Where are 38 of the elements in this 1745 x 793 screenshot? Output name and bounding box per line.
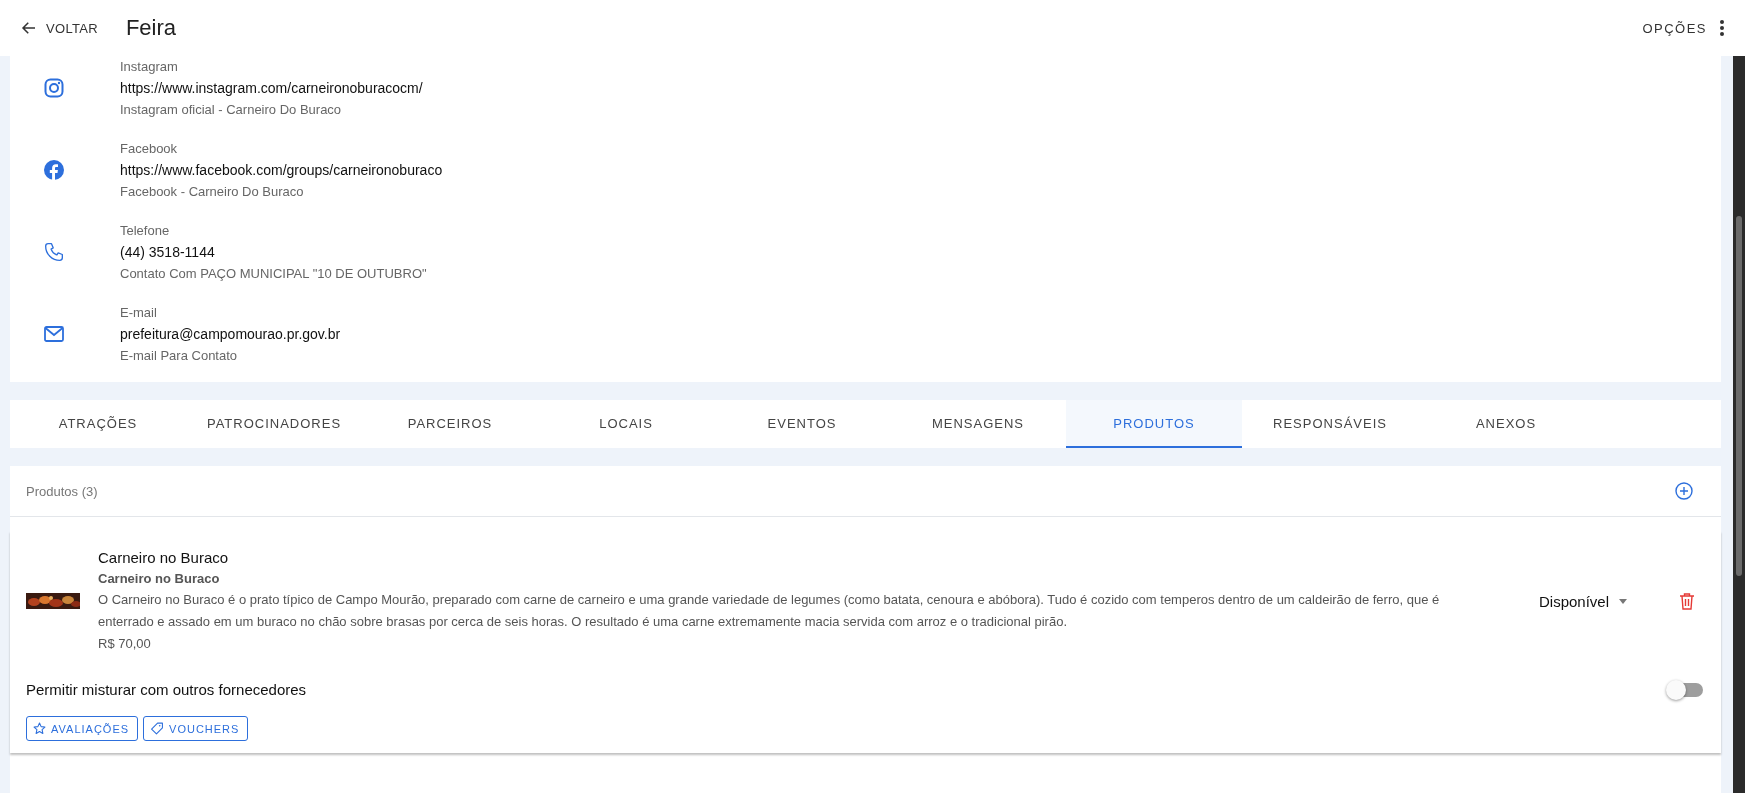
instagram-icon	[44, 78, 64, 98]
toggle-switch[interactable]	[1669, 682, 1703, 697]
mix-label: Permitir misturar com outros fornecedores	[26, 681, 307, 698]
contact-description: Contato Com PAÇO MUNICIPAL "10 DE OUTUBRO"	[120, 265, 427, 283]
facebook-icon	[44, 160, 64, 180]
star-icon	[33, 722, 46, 735]
product-price: R$ 70,00	[98, 635, 152, 653]
phone-icon	[44, 242, 64, 262]
contact-value: prefeitura@campomourao.pr.gov.br	[120, 325, 341, 344]
vouchers-button[interactable]: VOUCHERS	[143, 716, 249, 741]
tag-icon	[150, 722, 165, 735]
contact-label: E-mail	[120, 304, 158, 322]
product-subtitle: Carneiro no Buraco	[98, 570, 221, 588]
options-button[interactable]: OPÇÕES	[1636, 18, 1731, 38]
contact-label: Instagram	[120, 58, 179, 76]
tab[interactable]: PRODUTOS	[1066, 400, 1242, 448]
add-icon[interactable]	[1675, 482, 1693, 500]
contact-description: Facebook - Carneiro Do Buraco	[120, 183, 305, 201]
status-dropdown[interactable]: Disponível	[1533, 591, 1634, 611]
product-description: O Carneiro no Buraco é o prato típico de Campo Mourão, preparado com carne de carneiro e uma grande variedade de legumes (como batata, cenoura e abóbora). Tudo é cozido com temperos dentro de um caldeirão de ferro, que é enterrado e assado em um buraco no chão sobre brasas por cerca de seis horas. O resultado é uma carne extremamente macia servida com arroz e o tradicional pirão.	[98, 591, 1441, 631]
contact-description: E-mail Para Contato	[120, 347, 239, 365]
contact-value: (44) 3518-1144	[120, 243, 216, 262]
contact-description: Instagram oficial - Carneiro Do Buraco	[120, 101, 343, 119]
contact-label: Facebook	[120, 140, 179, 158]
section-title: Produtos (3)	[26, 483, 98, 499]
more-vertical-icon	[1719, 19, 1725, 37]
page-title: Feira	[125, 15, 176, 41]
reviews-button[interactable]: AVALIAÇÕES	[26, 716, 139, 741]
back-arrow-icon	[20, 19, 38, 37]
caret-icon	[1619, 598, 1628, 604]
envelope-icon	[44, 326, 64, 342]
contact-label: Telefone	[120, 222, 171, 240]
trash-icon[interactable]	[1679, 592, 1696, 610]
contact-value: https://www.facebook.com/groups/carneironoburaco	[120, 161, 443, 180]
product-name: Carneiro no Buraco	[98, 548, 230, 568]
contact-value: https://www.instagram.com/carneironoburacocm/	[120, 79, 423, 98]
scrollbar[interactable]	[1733, 56, 1745, 793]
back-button[interactable]: VOLTAR	[16, 15, 102, 41]
